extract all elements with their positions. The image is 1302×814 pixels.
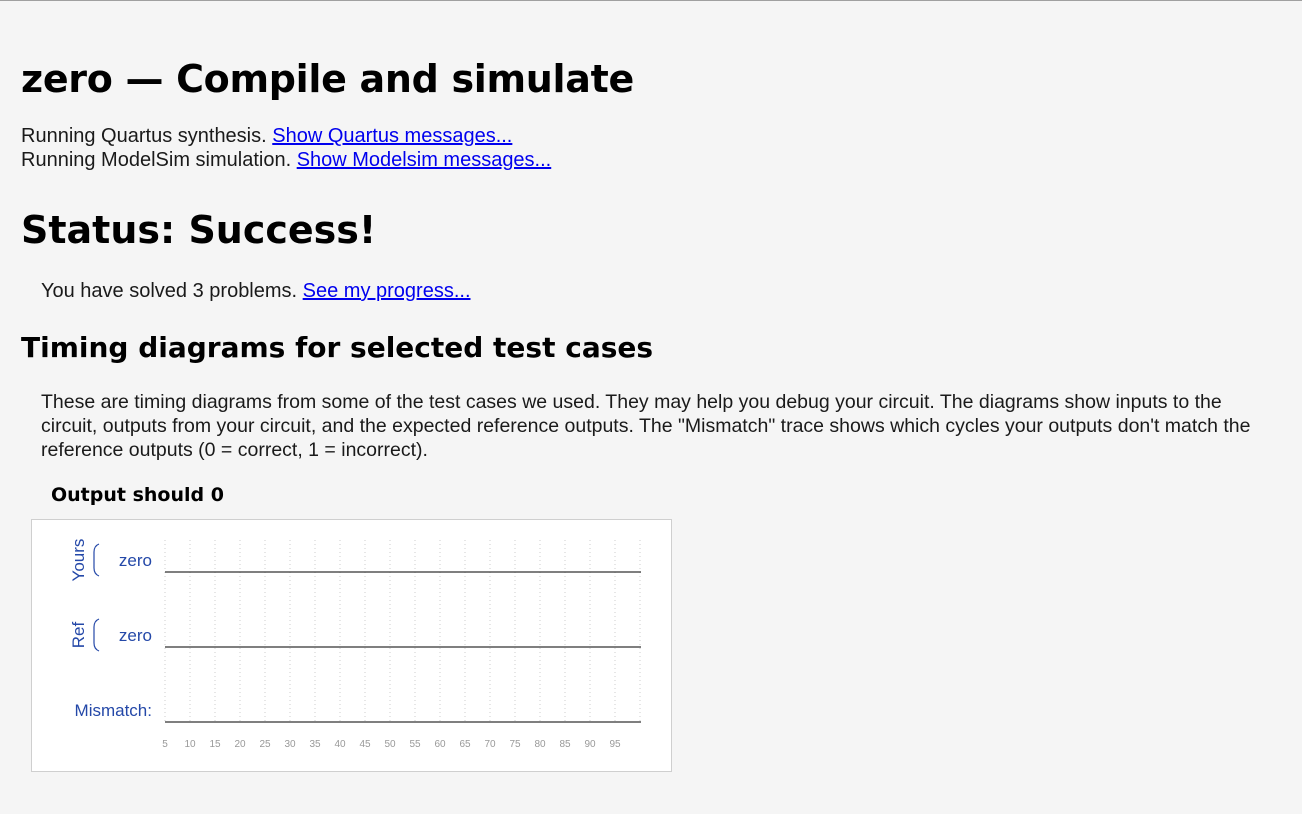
signal-label: zero [119, 626, 152, 645]
tick-label: 35 [309, 739, 321, 750]
tick-label: 15 [209, 739, 221, 750]
tick-label: 25 [259, 739, 271, 750]
tick-label: 60 [434, 739, 446, 750]
timing-diagram: zero Yours zero Ref Mismatch: 5 10 15 20 25 30 35 40… [31, 519, 672, 772]
group-label-yours: Yours [69, 539, 88, 582]
grid-lines [164, 540, 641, 723]
show-modelsim-messages-link[interactable]: Show Modelsim messages... [297, 149, 552, 171]
waveform-canvas: zero Yours zero Ref Mismatch: 5 10 15 20 25 30 35 40… [69, 539, 641, 750]
tick-label: 5 [162, 739, 168, 750]
quartus-status-line: Running Quartus synthesis. Show Quartus … [21, 125, 512, 148]
tick-label: 50 [384, 739, 396, 750]
tick-label: 30 [284, 739, 296, 750]
status-heading: Status: Success! [21, 208, 377, 252]
progress-line: You have solved 3 problems. See my progr… [41, 280, 471, 303]
tick-label: 85 [559, 739, 571, 750]
group-bracket [93, 543, 100, 577]
diagram-title: Output should 0 [51, 484, 224, 506]
timing-description: These are timing diagrams from some of t… [41, 391, 1251, 461]
page-title: zero — Compile and simulate [21, 57, 634, 101]
modelsim-status-line: Running ModelSim simulation. Show Models… [21, 149, 551, 172]
tick-label: 75 [509, 739, 521, 750]
timing-diagrams-heading: Timing diagrams for selected test cases [21, 331, 654, 364]
tick-label: 65 [459, 739, 471, 750]
tick-label: 80 [534, 739, 546, 750]
tick-label: 40 [334, 739, 346, 750]
tick-label: 55 [409, 739, 421, 750]
tick-label: 90 [584, 739, 596, 750]
tick-label: 70 [484, 739, 496, 750]
see-my-progress-link[interactable]: See my progress... [303, 280, 471, 302]
group-label-ref: Ref [69, 622, 88, 649]
signal-label: Mismatch: [75, 701, 152, 720]
progress-text: You have solved 3 problems. [41, 280, 303, 302]
group-bracket [93, 618, 100, 652]
tick-label: 20 [234, 739, 246, 750]
tick-label: 45 [359, 739, 371, 750]
tick-label: 10 [184, 739, 196, 750]
tick-label: 95 [609, 739, 621, 750]
signal-label: zero [119, 551, 152, 570]
modelsim-status-text: Running ModelSim simulation. [21, 149, 297, 171]
show-quartus-messages-link[interactable]: Show Quartus messages... [272, 125, 512, 147]
quartus-status-text: Running Quartus synthesis. [21, 125, 273, 147]
